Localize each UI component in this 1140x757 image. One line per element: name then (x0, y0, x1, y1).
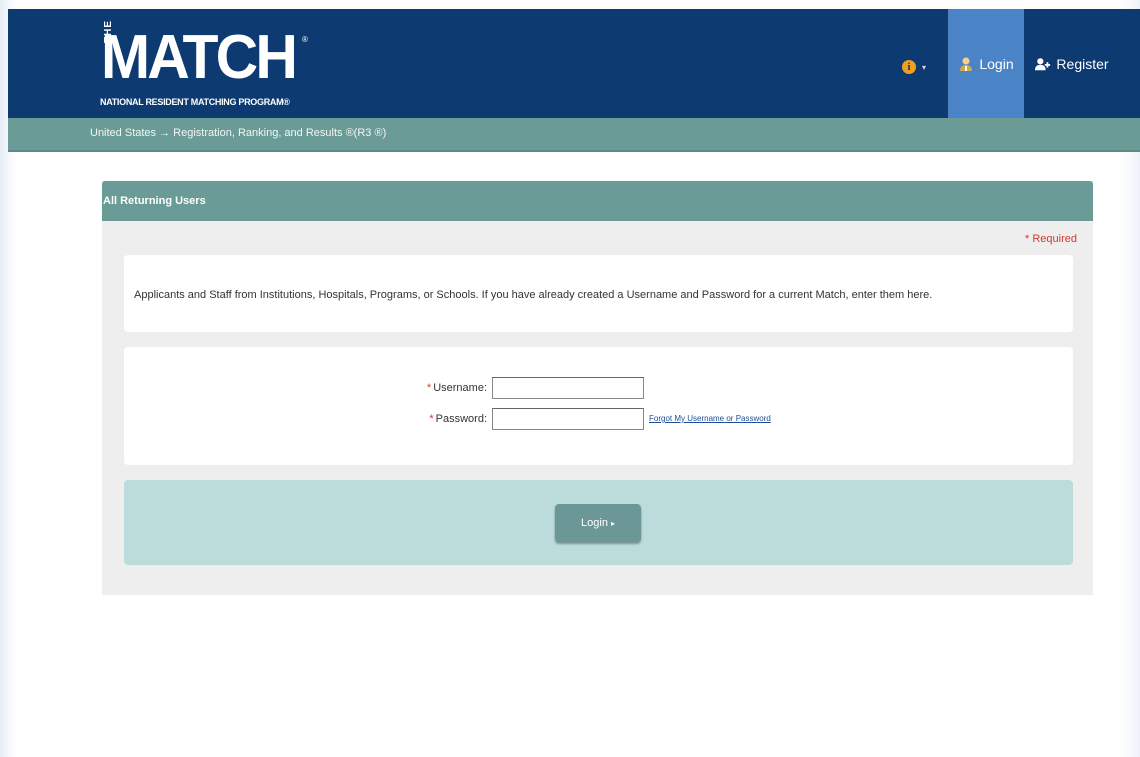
nav-login-label: Login (979, 55, 1014, 72)
top-navbar: THE MATCH ® NATIONAL RESIDENT MATCHING P… (8, 9, 1140, 118)
required-star: * (429, 413, 434, 425)
password-row: * Password: Forgot My Username or Passwor… (124, 408, 1073, 432)
info-card: Applicants and Staff from Institutions, … (124, 255, 1073, 332)
breadcrumb-bar: United States → Registration, Ranking, a… (8, 118, 1140, 152)
logo-subtitle: NATIONAL RESIDENT MATCHING PROGRAM® (100, 97, 290, 107)
required-star: * (426, 382, 432, 394)
logo-registered-mark: ® (302, 35, 308, 44)
breadcrumb: United States → Registration, Ranking, a… (90, 127, 387, 139)
username-input[interactable] (492, 377, 644, 399)
login-form-card: * Username: * Password: Forgot My Username… (124, 347, 1073, 465)
info-text: Applicants and Staff from Institutions, … (134, 289, 933, 301)
required-note: * Required (1025, 233, 1077, 245)
panel-title: All Returning Users (103, 195, 206, 207)
username-row: * Username: (124, 377, 1073, 401)
nav-register-link[interactable]: Register (1024, 9, 1120, 118)
login-button[interactable]: Login ▸ (555, 504, 641, 542)
login-action-area: Login ▸ (124, 480, 1073, 565)
forgot-credentials-link[interactable]: Forgot My Username or Password (649, 414, 771, 423)
info-menu-toggle[interactable]: i ▾ (902, 57, 926, 77)
panel-heading: All Returning Users (102, 181, 1093, 221)
returning-users-panel: All Returning Users * Required Applicant… (102, 181, 1093, 595)
password-label-text: Password: (435, 413, 487, 425)
username-label-text: Username: (433, 382, 487, 394)
add-user-icon (1035, 57, 1051, 70)
nav-login-link[interactable]: Login (948, 9, 1024, 118)
user-icon (960, 57, 973, 71)
password-input[interactable] (492, 408, 644, 430)
nav-register-label: Register (1056, 55, 1109, 72)
username-label: * Username: (427, 382, 487, 394)
login-button-label: Login (581, 517, 608, 529)
chevron-down-icon: ▾ (922, 62, 927, 72)
match-logo[interactable]: THE MATCH ® NATIONAL RESIDENT MATCHING P… (98, 20, 318, 113)
chevron-right-icon: ▸ (610, 518, 615, 528)
logo-match-text: MATCH (101, 23, 298, 92)
password-label: * Password: (429, 413, 487, 425)
info-icon: i (902, 60, 916, 74)
